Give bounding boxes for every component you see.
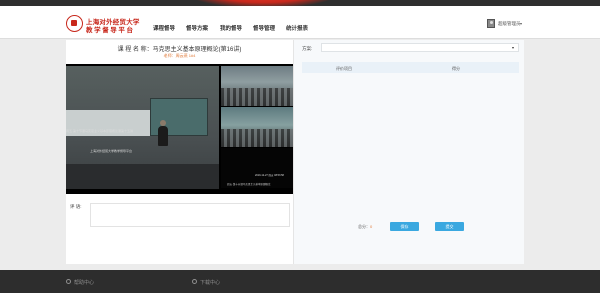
students-rows xyxy=(221,88,293,106)
video-area[interactable]: 周五·第十节课马克思主义基本原理概论课第十五讲 上海对外经贸大学教学督导平台 2… xyxy=(66,64,293,194)
video-thumbnail-3[interactable]: 2019-12-27 周五 08:53:58 周五·第十节课马克思主义基本原理概… xyxy=(221,148,293,188)
scheme-select[interactable] xyxy=(321,43,519,52)
help-center-link[interactable]: 帮助中心 xyxy=(74,279,94,286)
course-title: 课 程 名 称：马克思主义基本原理概论(第16讲) xyxy=(117,47,242,53)
course-panel: 课 程 名 称：马克思主义基本原理概论(第16讲) 老师：周云燕 1#4 周五·… xyxy=(66,40,293,264)
save-button[interactable]: 保存 xyxy=(390,222,419,231)
username[interactable]: 超级管理员 xyxy=(498,21,521,27)
download-icon xyxy=(192,279,197,284)
footer: 帮助中心 下载中心 xyxy=(0,270,600,293)
nav-course-supervision[interactable]: 课程督导 xyxy=(153,24,175,32)
video-thumbnail-1[interactable] xyxy=(221,66,293,106)
teacher-figure xyxy=(158,120,168,146)
main-panel: 课 程 名 称：马克思主义基本原理概论(第16讲) 老师：周云燕 1#4 周五·… xyxy=(66,40,524,264)
evaluation-panel: 方案: ▾ 评价项目 得分 总分：0 保存 提交 xyxy=(294,40,524,264)
video-caption-secondary: 上海对外经贸大学教学督导平台 xyxy=(90,149,133,153)
students-rows xyxy=(221,129,293,147)
lectern xyxy=(66,164,219,189)
university-logo-icon xyxy=(66,15,83,32)
download-center-link[interactable]: 下载中心 xyxy=(200,279,220,286)
course-teacher: 老师：周云燕 1#4 xyxy=(163,53,196,58)
evaluation-table-header: 评价项目 得分 xyxy=(302,62,519,73)
header: 上海对外经贸大学 教学督导平台 课程督导 督导方案 我的督导 督导管理 统计报表… xyxy=(0,6,600,39)
nav-statistics-report[interactable]: 统计报表 xyxy=(286,24,308,32)
thumbnail-caption: 周五·第十节课马克思主义基本原理概论 xyxy=(227,183,271,186)
main-video[interactable]: 周五·第十节课马克思主义基本原理概论课第十五讲 上海对外经贸大学教学督导平台 xyxy=(66,66,219,189)
brand-subtitle: 教学督导平台 xyxy=(86,27,135,34)
user-avatar-icon[interactable] xyxy=(487,19,495,28)
nav-my-supervision[interactable]: 我的督导 xyxy=(220,24,242,32)
chevron-down-icon[interactable]: ▾ xyxy=(512,45,514,50)
video-caption: 周五·第十节课马克思主义基本原理概论课第十五讲 xyxy=(66,129,133,133)
column-score: 得分 xyxy=(452,66,460,71)
scheme-label: 方案: xyxy=(302,46,313,51)
total-score-value: 0 xyxy=(370,224,373,229)
help-icon xyxy=(66,279,71,284)
nav-supervision-plan[interactable]: 督导方案 xyxy=(186,24,208,32)
nav-supervision-management[interactable]: 督导管理 xyxy=(253,24,275,32)
total-score: 总分：0 xyxy=(358,224,372,230)
video-thumbnail-2[interactable] xyxy=(221,107,293,147)
column-evaluation-item: 评价项目 xyxy=(336,66,352,71)
remark-label: 评 语: xyxy=(70,204,82,209)
total-score-label: 总分： xyxy=(358,224,370,229)
remark-textarea[interactable] xyxy=(90,203,290,227)
submit-button[interactable]: 提交 xyxy=(435,222,464,231)
user-menu-chevron-icon[interactable]: ▾ xyxy=(520,21,522,26)
video-timestamp: 2019-12-27 周五 08:53:58 xyxy=(255,174,284,177)
